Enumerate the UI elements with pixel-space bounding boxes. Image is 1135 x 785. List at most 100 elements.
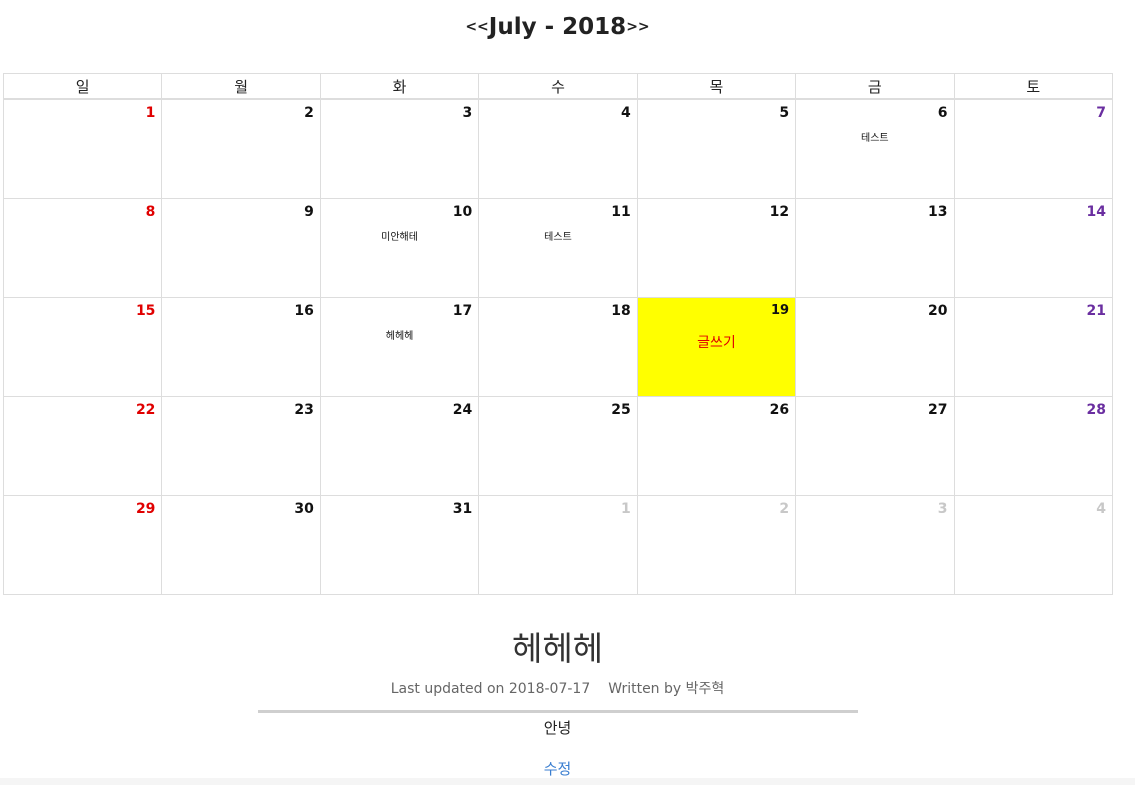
day-number: 7 [1096, 105, 1106, 121]
calendar-day-cell-today[interactable]: 19 글쓰기 [636, 297, 797, 397]
post-updated-date: Last updated on 2018-07-17 [390, 681, 591, 697]
day-number: 29 [135, 501, 156, 517]
post-title: 헤헤헤 [511, 629, 604, 668]
post-meta: Last updated on 2018-07-17 Written by 박주혁 [0, 678, 1115, 698]
weekday-saturday: 토 [953, 73, 1114, 100]
calendar-day-cell[interactable]: 12 [636, 198, 797, 298]
weekday-friday: 금 [795, 73, 955, 100]
calendar-week-row: 22 23 24 25 26 27 28 [2, 396, 1114, 496]
calendar-day-cell[interactable]: 3 [795, 495, 955, 595]
calendar-day-cell[interactable]: 1 [2, 98, 163, 199]
post-divider [257, 710, 858, 713]
calendar-day-cell[interactable]: 2 [636, 495, 797, 595]
day-number: 30 [294, 501, 314, 517]
calendar-day-cell[interactable]: 9 [161, 198, 321, 298]
day-number: 5 [779, 105, 790, 121]
calendar-day-cell[interactable]: 28 [953, 396, 1114, 496]
weekday-sunday: 일 [2, 73, 163, 100]
day-number: 28 [1086, 402, 1106, 418]
calendar-week-row: 8 9 10 미안해테 11 테스트 12 13 14 [2, 198, 1114, 298]
calendar-day-cell[interactable]: 30 [161, 495, 321, 595]
day-number: 31 [452, 501, 473, 517]
day-number: 3 [937, 501, 948, 517]
calendar-day-cell[interactable]: 3 [319, 98, 480, 199]
calendar-day-cell[interactable]: 15 [2, 297, 163, 397]
calendar-day-cell[interactable]: 5 [636, 98, 797, 199]
calendar-day-cell[interactable]: 13 [795, 198, 955, 298]
calendar-day-cell[interactable]: 22 [2, 396, 163, 496]
calendar-day-cell[interactable]: 17 헤헤헤 [319, 297, 480, 397]
calendar-event[interactable]: 헤헤헤 [321, 327, 478, 342]
day-number: 3 [462, 105, 473, 121]
calendar-week-row: 1 2 3 4 5 6 테스트 7 [2, 98, 1114, 199]
calendar-week-row: 29 30 31 1 2 3 4 [2, 495, 1114, 595]
calendar-day-cell[interactable]: 20 [795, 297, 955, 397]
prev-month-button[interactable]: << [465, 19, 488, 35]
day-number: 1 [620, 501, 631, 517]
calendar-day-cell[interactable]: 27 [795, 396, 955, 496]
calendar-day-cell[interactable]: 14 [953, 198, 1114, 298]
calendar-day-cell[interactable]: 21 [953, 297, 1114, 397]
write-post-link[interactable]: 글쓰기 [638, 332, 795, 352]
day-number: 25 [611, 402, 631, 418]
calendar-day-cell[interactable]: 29 [2, 495, 163, 595]
day-number: 10 [452, 204, 473, 220]
calendar-event[interactable]: 미안해테 [321, 228, 478, 243]
day-number: 1 [145, 105, 156, 121]
day-number: 13 [928, 204, 948, 220]
day-number: 21 [1086, 303, 1106, 319]
day-number: 19 [771, 303, 790, 318]
calendar-day-cell[interactable]: 4 [953, 495, 1114, 595]
day-number: 24 [452, 402, 473, 418]
calendar-event[interactable]: 테스트 [479, 228, 636, 243]
calendar-event[interactable]: 테스트 [796, 129, 953, 144]
weekday-thursday: 목 [636, 73, 797, 100]
calendar-day-cell[interactable]: 4 [478, 98, 638, 199]
calendar-day-cell[interactable]: 11 테스트 [478, 198, 638, 298]
month-title: July - 2018 [488, 14, 627, 40]
calendar-week-row: 15 16 17 헤헤헤 18 19 글쓰기 20 21 [2, 297, 1114, 397]
calendar-day-cell[interactable]: 2 [161, 98, 321, 199]
calendar-day-cell[interactable]: 23 [161, 396, 321, 496]
calendar-grid: 일 월 화 수 목 금 토 1 2 3 4 5 6 테스트 7 8 9 10 미안해테 11 테스트 12 1… [2, 73, 1114, 595]
day-number: 2 [304, 105, 314, 121]
bottom-strip [0, 778, 1135, 785]
day-number: 11 [611, 204, 631, 220]
day-number: 16 [294, 303, 314, 319]
day-number: 8 [145, 204, 156, 220]
calendar-body: 1 2 3 4 5 6 테스트 7 8 9 10 미안해테 11 테스트 12 13 14 15 16 17 헤헤헤 18… [2, 98, 1114, 595]
day-number: 4 [620, 105, 631, 121]
post-author: Written by 박주혁 [608, 681, 725, 697]
day-number: 23 [294, 402, 314, 418]
calendar-day-cell[interactable]: 7 [953, 98, 1114, 199]
post-body: 안녕 [543, 719, 572, 737]
calendar-day-cell[interactable]: 18 [478, 297, 638, 397]
day-number: 12 [769, 204, 790, 220]
weekday-wednesday: 수 [478, 73, 638, 100]
calendar-day-cell[interactable]: 10 미안해테 [319, 198, 480, 298]
post-section: 헤헤헤 Last updated on 2018-07-17 Written by… [0, 624, 1115, 779]
day-number: 6 [937, 105, 948, 121]
calendar-day-cell[interactable]: 8 [2, 198, 163, 298]
calendar-day-cell[interactable]: 24 [319, 396, 480, 496]
weekday-monday: 월 [161, 73, 321, 100]
day-number: 17 [452, 303, 473, 319]
weekday-tuesday: 화 [319, 73, 480, 100]
next-month-button[interactable]: >> [626, 19, 649, 35]
day-number: 9 [304, 204, 314, 220]
calendar-day-cell[interactable]: 25 [478, 396, 638, 496]
calendar-header: <<July - 2018>> [0, 14, 1115, 40]
calendar-day-cell[interactable]: 26 [636, 396, 797, 496]
day-number: 27 [928, 402, 948, 418]
edit-post-link[interactable]: 수정 [544, 758, 572, 779]
calendar-day-cell[interactable]: 6 테스트 [795, 98, 955, 199]
day-number: 22 [135, 402, 156, 418]
calendar-day-cell[interactable]: 16 [161, 297, 321, 397]
day-number: 20 [928, 303, 948, 319]
day-number: 15 [135, 303, 156, 319]
calendar-day-cell[interactable]: 1 [478, 495, 638, 595]
day-number: 14 [1086, 204, 1106, 220]
page: <<July - 2018>> 일 월 화 수 목 금 토 1 2 3 4 5 6 테스트 7… [0, 0, 1135, 785]
day-number: 4 [1096, 501, 1106, 517]
calendar-day-cell[interactable]: 31 [319, 495, 480, 595]
